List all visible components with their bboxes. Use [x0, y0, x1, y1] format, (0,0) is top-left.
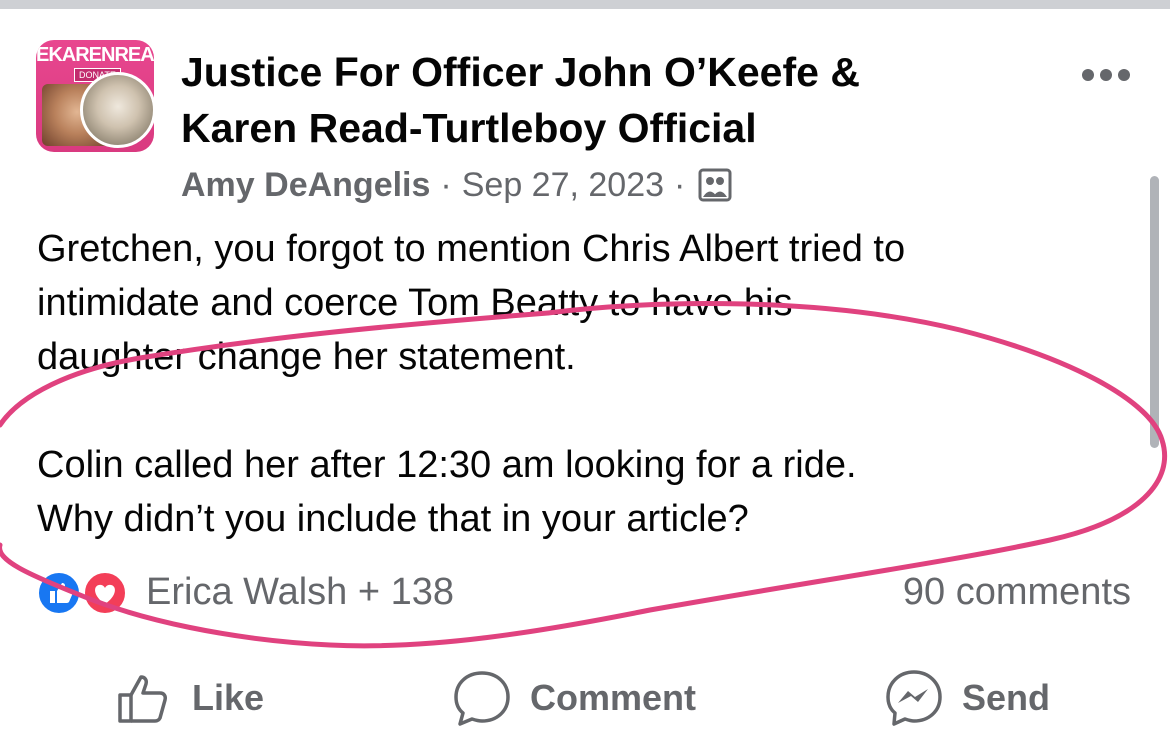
group-name-line-1[interactable]: Justice For Officer John O’Keefe &: [181, 44, 1051, 100]
post-text-line: Gretchen, you forgot to mention Chris Al…: [37, 228, 906, 270]
author-avatar[interactable]: [80, 72, 156, 148]
post-text-line: Why didn’t you include that in your arti…: [37, 498, 749, 540]
comment-bubble-icon: [454, 671, 510, 726]
send-label: Send: [962, 677, 1051, 718]
comment-label: Comment: [530, 677, 697, 718]
post-text-line: intimidate and coerce Tom Beatty to have…: [37, 282, 793, 324]
like-reaction-icon: [36, 570, 82, 616]
meta-separator: ·: [440, 166, 452, 204]
like-button[interactable]: Like: [116, 668, 264, 728]
meta-separator-2: ·: [674, 166, 686, 204]
scrollbar[interactable]: [1150, 176, 1159, 448]
group-name[interactable]: Justice For Officer John O’Keefe & Karen…: [181, 44, 1051, 156]
reaction-names[interactable]: Erica Walsh + 138: [146, 566, 454, 618]
group-name-line-2[interactable]: Karen Read-Turtleboy Official: [181, 100, 1051, 156]
post-text-line: Colin called her after 12:30 am looking …: [37, 444, 857, 486]
post-text-line: daughter change her statement.: [37, 336, 576, 378]
post-body: Gretchen, you forgot to mention Chris Al…: [37, 222, 1137, 546]
avatar-banner-text: EKARENREAD.: [36, 44, 154, 66]
post-meta: Amy DeAngelis · Sep 27, 2023 ·: [181, 163, 733, 207]
members-icon: [698, 168, 732, 202]
top-divider: [0, 0, 1170, 9]
author-name[interactable]: Amy DeAngelis: [181, 163, 430, 207]
reaction-icons: [36, 567, 134, 617]
thumbs-up-icon: [118, 675, 167, 723]
reactions-summary[interactable]: Erica Walsh + 138: [36, 566, 454, 618]
more-options-icon[interactable]: [1078, 60, 1134, 90]
love-reaction-icon: [82, 570, 128, 616]
facebook-post-screen: EKARENREAD. DONATE Justice For Officer J…: [0, 0, 1170, 731]
comment-button[interactable]: Comment: [452, 668, 696, 728]
comments-count[interactable]: 90 comments: [903, 566, 1131, 618]
like-label: Like: [192, 677, 265, 718]
post-date[interactable]: Sep 27, 2023: [462, 163, 664, 207]
messenger-icon: [886, 670, 942, 726]
send-button[interactable]: Send: [884, 668, 1050, 728]
